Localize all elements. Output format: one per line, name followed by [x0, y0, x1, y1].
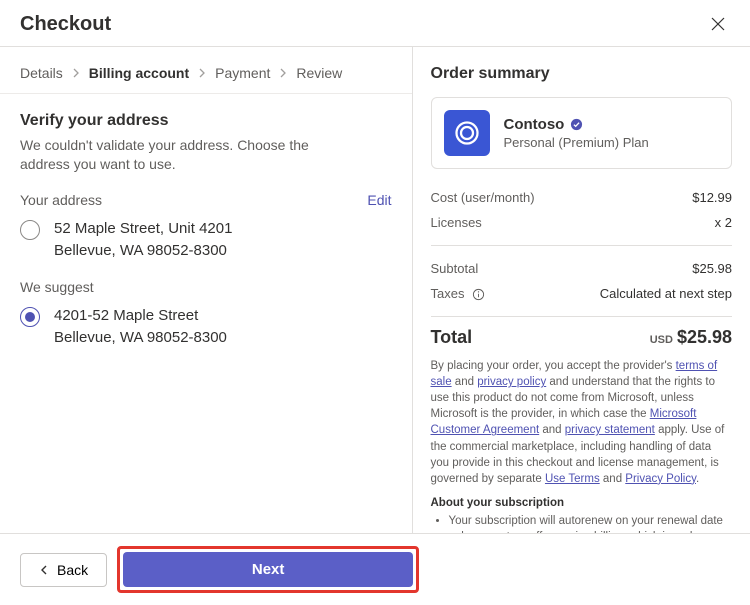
verify-address-description: We couldn't validate your address. Choos… [20, 136, 360, 174]
next-button[interactable]: Next [123, 552, 413, 587]
breadcrumb-details[interactable]: Details [20, 65, 63, 81]
privacy-policy-link-2[interactable]: Privacy Policy [625, 473, 696, 485]
subtotal-label: Subtotal [431, 261, 479, 276]
about-subscription-heading: About your subscription [431, 497, 733, 509]
chevron-right-icon [71, 68, 81, 78]
address-option-line1: 52 Maple Street, Unit 4201 [54, 218, 232, 240]
total-value: $25.98 [677, 327, 732, 347]
info-icon[interactable] [472, 288, 485, 301]
use-terms-link[interactable]: Use Terms [545, 473, 600, 485]
address-option-suggested[interactable]: 4201-52 Maple Street Bellevue, WA 98052-… [20, 305, 392, 349]
verify-address-heading: Verify your address [20, 112, 392, 130]
chevron-right-icon [197, 68, 207, 78]
back-button[interactable]: Back [20, 553, 107, 587]
close-button[interactable] [706, 12, 730, 36]
product-plan: Personal (Premium) Plan [504, 135, 649, 150]
chevron-right-icon [278, 68, 288, 78]
divider [431, 245, 733, 246]
breadcrumb-review[interactable]: Review [296, 65, 342, 81]
breadcrumb-billing-account[interactable]: Billing account [89, 65, 189, 81]
legal-text: By placing your order, you accept the pr… [431, 358, 733, 487]
close-icon [710, 16, 726, 32]
chevron-left-icon [39, 562, 49, 578]
we-suggest-label: We suggest [20, 279, 392, 295]
product-logo [444, 110, 490, 156]
address-option-line2: Bellevue, WA 98052-8300 [54, 327, 227, 349]
edit-address-button[interactable]: Edit [367, 192, 391, 208]
cost-label: Cost (user/month) [431, 190, 535, 205]
verified-badge-icon [570, 118, 583, 131]
total-label: Total [431, 327, 473, 348]
next-button-highlight: Next [117, 546, 419, 593]
privacy-policy-link[interactable]: privacy policy [477, 376, 546, 388]
address-option-original[interactable]: 52 Maple Street, Unit 4201 Bellevue, WA … [20, 218, 392, 262]
licenses-value: x 2 [715, 215, 732, 230]
radio-unchecked-icon[interactable] [20, 220, 40, 240]
order-summary-heading: Order summary [431, 65, 733, 83]
total-currency: USD [650, 334, 673, 346]
product-name: Contoso [504, 116, 565, 133]
address-option-line2: Bellevue, WA 98052-8300 [54, 240, 232, 262]
page-title: Checkout [20, 13, 111, 36]
divider [431, 316, 733, 317]
subscription-bullet-autorenew: Your subscription will autorenew on your… [449, 513, 733, 533]
taxes-label: Taxes [431, 286, 465, 301]
privacy-statement-link[interactable]: privacy statement [565, 424, 655, 436]
your-address-label: Your address [20, 192, 102, 208]
address-option-line1: 4201-52 Maple Street [54, 305, 227, 327]
taxes-value: Calculated at next step [600, 286, 732, 301]
cost-value: $12.99 [692, 190, 732, 205]
breadcrumb-payment[interactable]: Payment [215, 65, 270, 81]
radio-checked-icon[interactable] [20, 307, 40, 327]
licenses-label: Licenses [431, 215, 482, 230]
subtotal-value: $25.98 [692, 261, 732, 276]
product-card: Contoso Personal (Premium) Plan [431, 97, 733, 169]
breadcrumb: Details Billing account Payment Review [0, 47, 412, 94]
back-button-label: Back [57, 562, 88, 578]
